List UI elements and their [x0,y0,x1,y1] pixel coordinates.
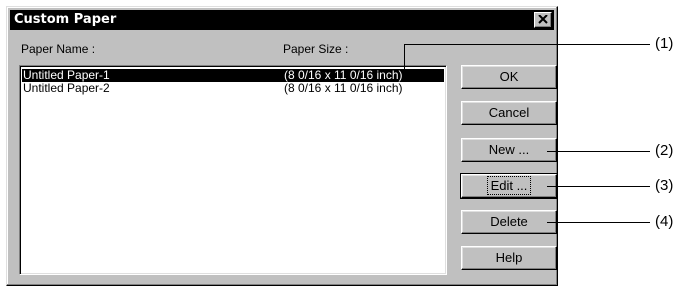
callout-line-1 [404,44,650,45]
title-bar[interactable]: Custom Paper [10,10,554,30]
paper-size-header: Paper Size : [283,42,349,56]
callout-line-2 [547,151,650,152]
cancel-button[interactable]: Cancel [461,101,557,125]
edit-button[interactable]: Edit ... [460,173,558,199]
close-button[interactable] [534,12,552,28]
dialog-title: Custom Paper [14,12,117,27]
help-button[interactable]: Help [461,246,557,270]
callout-line-4 [547,222,650,223]
callout-label-4: (4) [655,213,674,230]
paper-name: Untitled Paper-2 [23,81,110,95]
new-button[interactable]: New ... [461,138,557,162]
callout-label-1: (1) [655,35,674,52]
ok-button[interactable]: OK [461,65,557,89]
callout-label-3: (3) [655,177,674,194]
custom-paper-dialog: Custom Paper Paper Name : Paper Size : U… [6,6,558,286]
callout-line-3 [547,186,650,187]
callout-line-1-vertical [404,44,405,70]
list-item[interactable]: Untitled Paper-2 (8 0/16 x 11 0/16 inch) [22,82,444,95]
callout-label-2: (2) [655,142,674,159]
paper-name-header: Paper Name : [21,42,96,56]
delete-button[interactable]: Delete [461,210,557,234]
close-icon [538,15,548,24]
paper-list[interactable]: Untitled Paper-1 (8 0/16 x 11 0/16 inch)… [19,65,447,275]
paper-size: (8 0/16 x 11 0/16 inch) [284,81,403,95]
